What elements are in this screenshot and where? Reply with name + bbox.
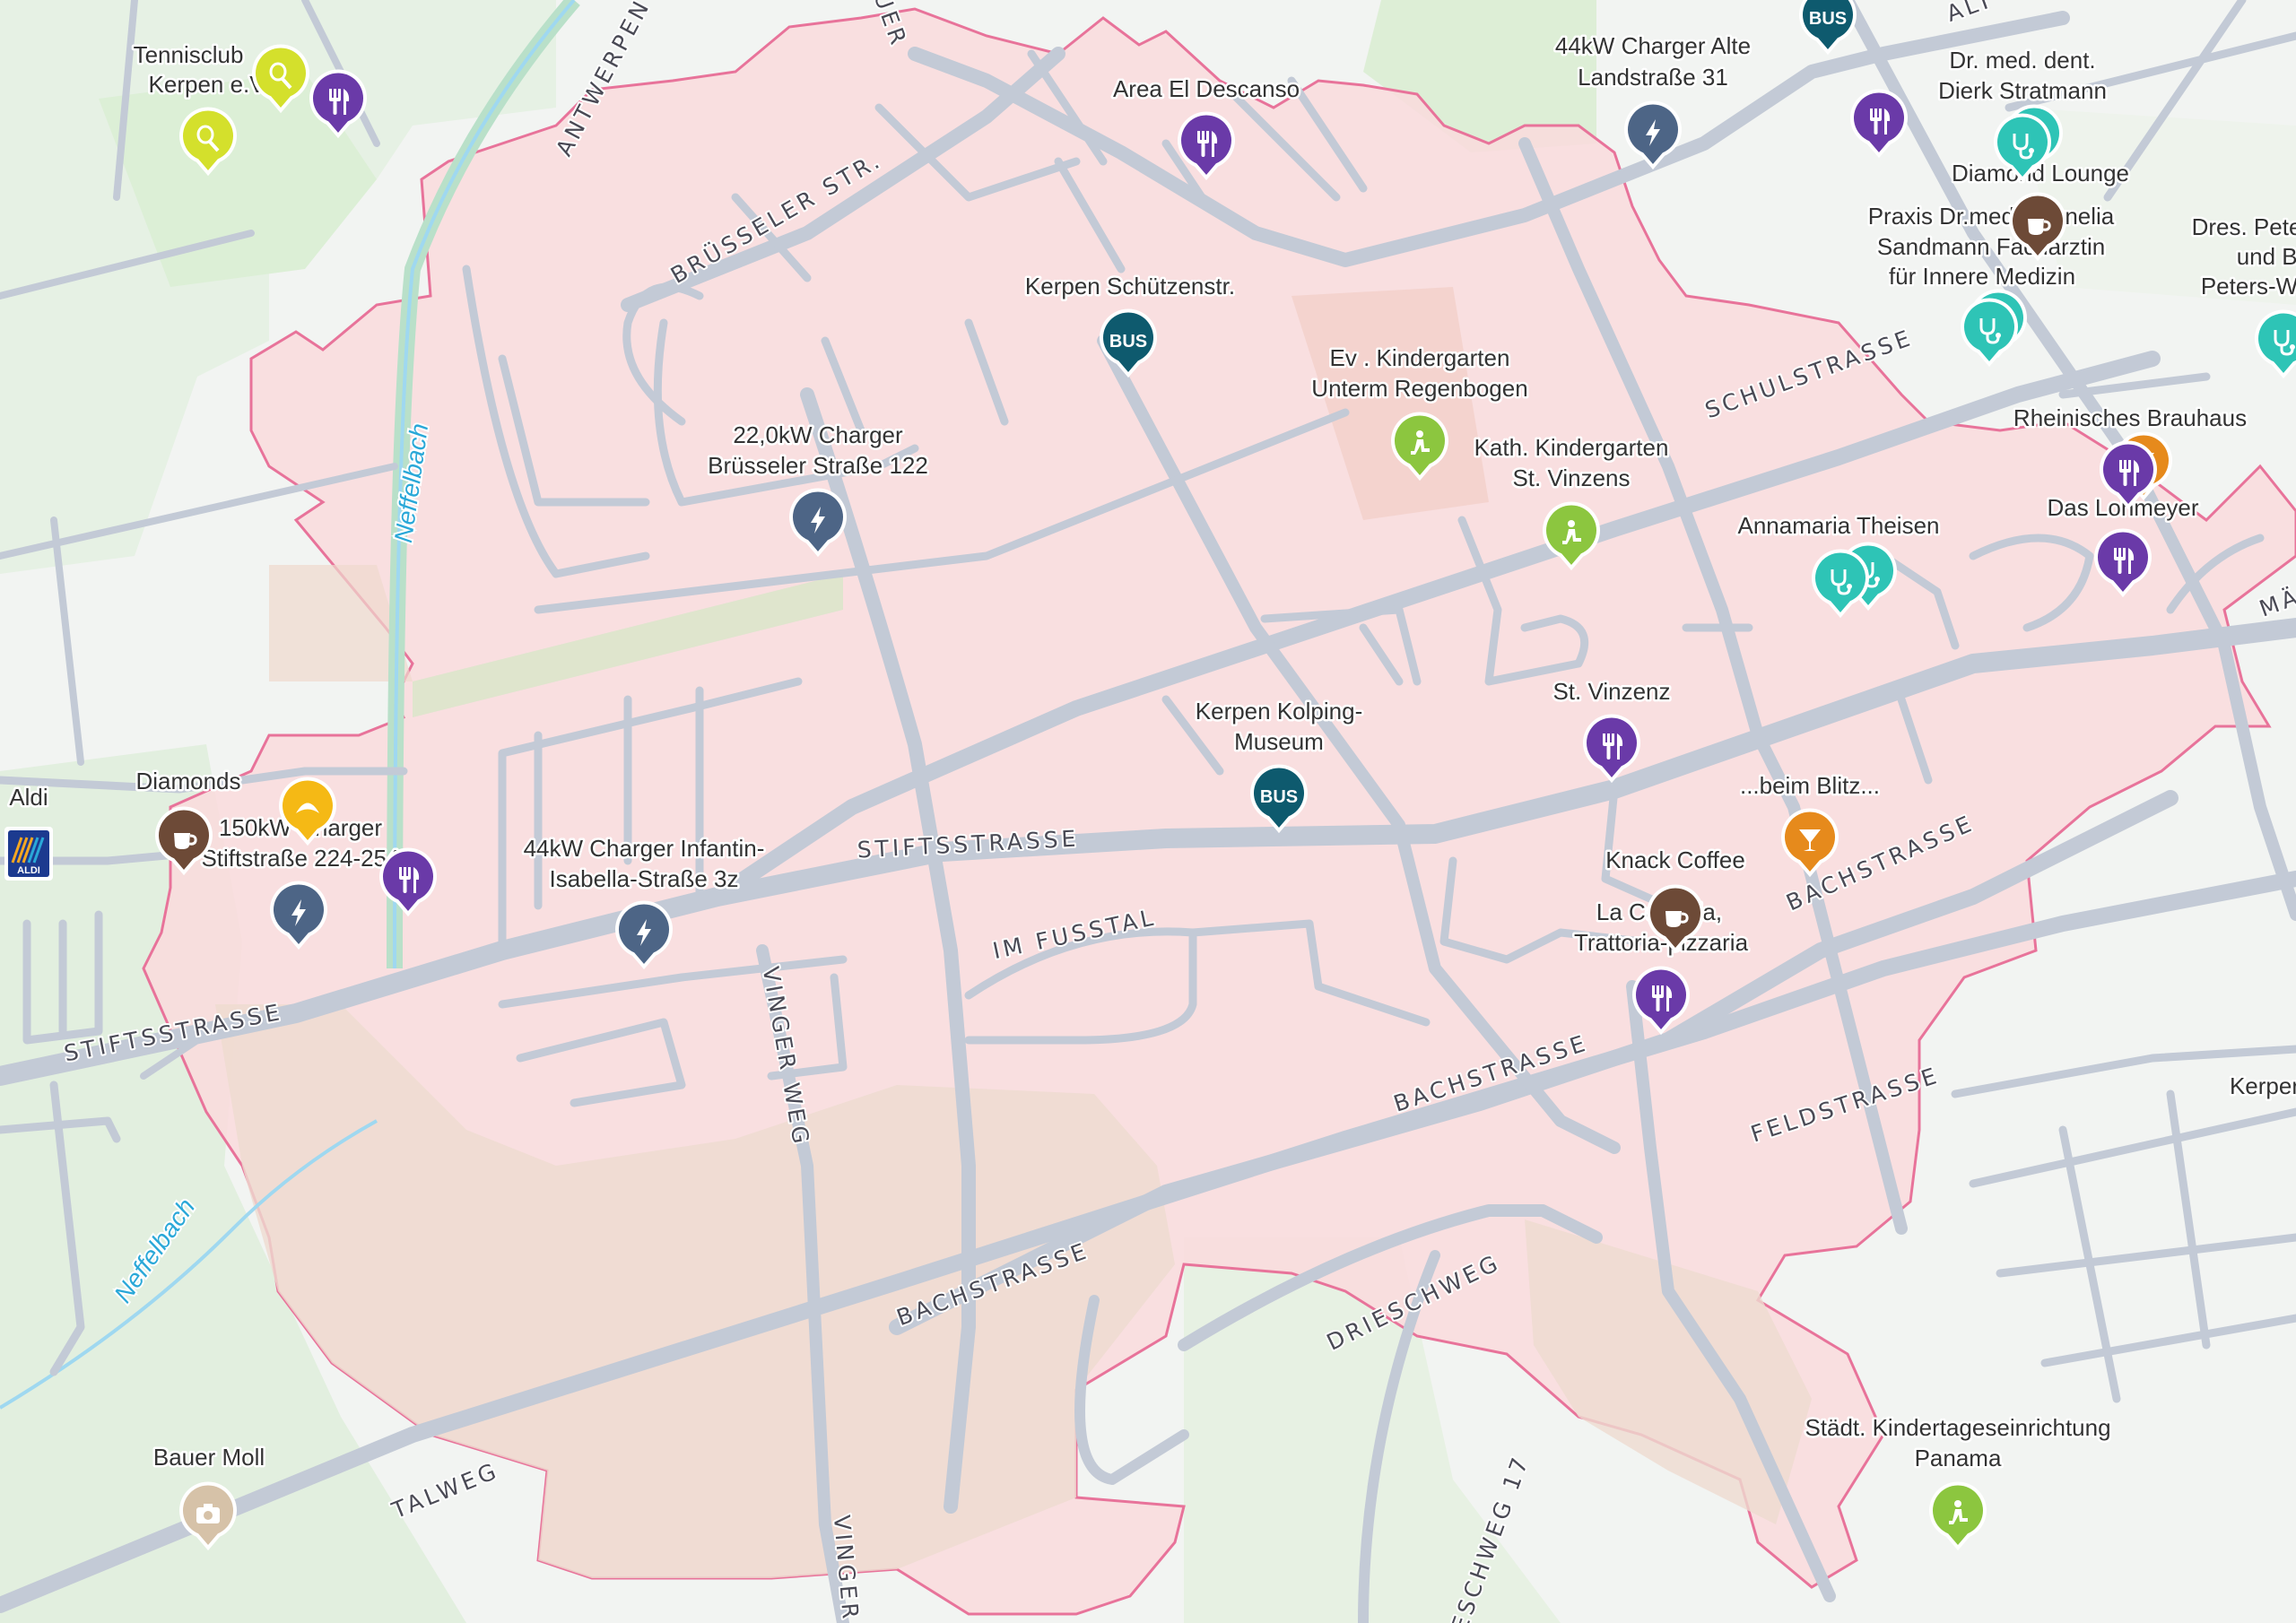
poi-label-charger-alte-line2: Landstraße 31 (1578, 64, 1728, 91)
poi-label-schuetzenstr: Kerpen Schützenstr. (1025, 273, 1235, 299)
poi-label-brauhaus: Rheinisches Brauhaus (2013, 404, 2247, 431)
poi-label-charger44-line1: 44kW Charger Infantin- (524, 835, 765, 862)
poi-label-praxis-line2: Sandmann Fachärztin (1877, 233, 2105, 260)
poi-label-regenbogen-line2: Unterm Regenbogen (1311, 375, 1527, 402)
poi-label-charger22-line1: 22,0kW Charger (733, 421, 903, 448)
poi-label-dres-line2: und Br (2237, 243, 2296, 270)
poi-label-area-el-descanso: Area El Descanso (1113, 75, 1300, 102)
poi-label-st-vinzenz: St. Vinzenz (1552, 678, 1670, 705)
poi-label-kolping-line1: Kerpen Kolping- (1196, 698, 1362, 725)
poi-label-tennisclub-line2: Kerpen e.V. (149, 71, 270, 98)
poi-label-praxis-line1: Praxis Dr.med. Cornelia (1868, 203, 2115, 230)
poi-label-panama-line2: Panama (1915, 1445, 2002, 1471)
poi-label-vinzens-line2: St. Vinzens (1512, 464, 1630, 491)
poi-label-vinzens-line1: Kath. Kindergarten (1474, 434, 1669, 461)
poi-label-charger150-line2: Stiftstraße 224-254 (201, 845, 399, 872)
poi-label-charger22-line2: Brüsseler Straße 122 (708, 452, 928, 479)
poi-label-knack-coffee: Knack Coffee (1605, 846, 1745, 873)
poi-label-praxis-line3: für Innere Medizin (1889, 263, 2075, 290)
poi-label-bauer-moll: Bauer Moll (153, 1444, 265, 1471)
poi-label-kerpen-right: Kerper (2230, 1072, 2296, 1099)
poi-label-charger44-line2: Isabella-Straße 3z (550, 865, 739, 892)
poi-label-diamonds: Diamonds (135, 768, 240, 794)
bus-badge-text: BUS (1109, 332, 1147, 352)
poi-label-annamaria: Annamaria Theisen (1738, 512, 1940, 539)
poi-label-panama-line1: Städt. Kindertageseinrichtung (1805, 1414, 2110, 1441)
poi-label-kolping-line2: Museum (1234, 728, 1324, 755)
poi-label-charger-alte-line1: 44kW Charger Alte (1555, 32, 1751, 59)
map-canvas[interactable]: BRÜSSELER STR. ANTWERPEN UER ALT STIFTSS… (0, 0, 2296, 1623)
bus-badge-text: BUS (1809, 9, 1847, 29)
poi-label-blitz: ...beim Blitz... (1740, 772, 1880, 799)
aldi-logo-text: ALDI (17, 865, 40, 876)
poi-label-aldi: Aldi (9, 784, 48, 811)
poi-label-regenbogen-line1: Ev . Kindergarten (1330, 344, 1510, 371)
poi-label-dentist-line2: Dierk Stratmann (1938, 77, 2107, 104)
poi-label-dres-line1: Dres. Pete (2192, 213, 2296, 240)
bus-badge-text: BUS (1260, 787, 1298, 807)
poi-label-dentist-line1: Dr. med. dent. (1949, 47, 2095, 74)
poi-label-dres-line3: Peters-W (2201, 273, 2296, 299)
poi-label-tennisclub-line1: Tennisclub (134, 41, 244, 68)
aldi-logo[interactable]: ALDI (4, 827, 53, 881)
